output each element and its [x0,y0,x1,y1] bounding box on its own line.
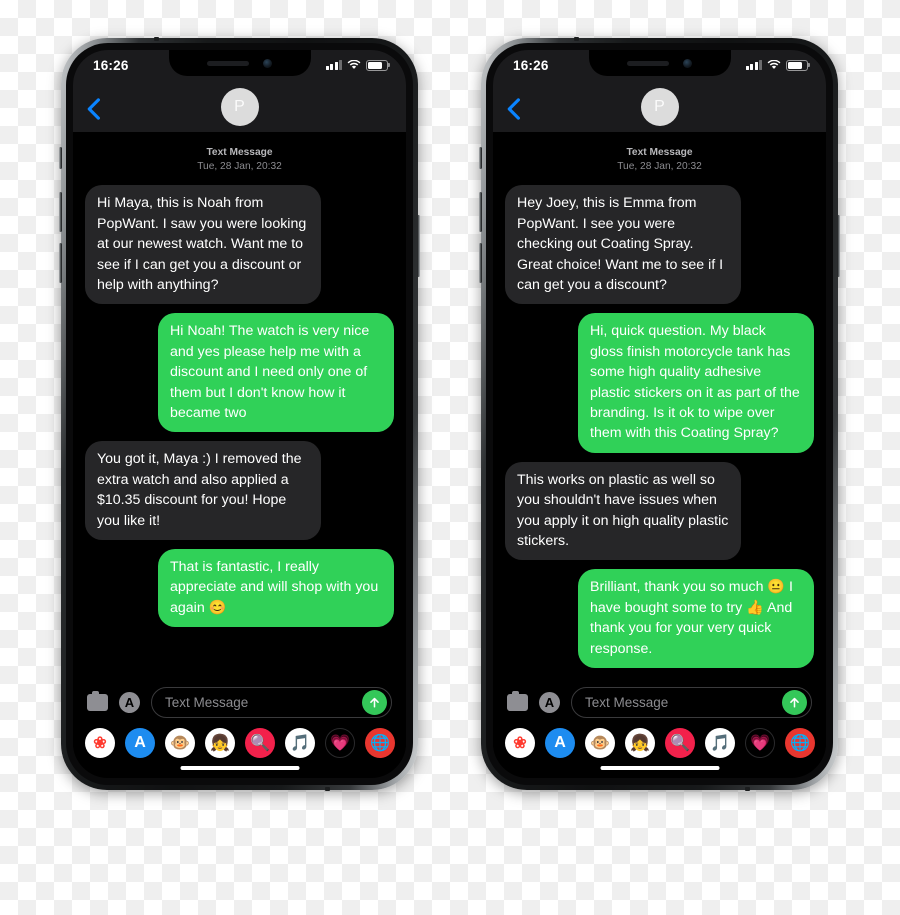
message-input-bar: A Text Message [493,678,826,726]
app-store-app-icon[interactable]: A [125,728,155,758]
wifi-icon [347,60,361,69]
message-bubble-outgoing[interactable]: Hi, quick question. My black gloss finis… [578,313,814,453]
home-indicator[interactable] [180,766,299,770]
status-bar-clock: 16:26 [93,57,129,73]
message-input-placeholder: Text Message [165,694,249,710]
antenna-line-2 [745,787,751,791]
antenna-line-1 [573,37,579,41]
antenna-line-2 [325,787,331,791]
camera-icon[interactable] [507,690,528,711]
battery-fill [788,61,803,69]
power-button[interactable] [417,214,420,277]
timestamp-label: Text Message [626,147,693,158]
message-row: You got it, Maya :) I removed the extra … [85,441,394,541]
message-input-placeholder: Text Message [585,694,669,710]
antenna-line-1 [153,37,159,41]
cellular-bars-icon [325,60,342,70]
more-apps-icon[interactable]: 🌐 [365,728,395,758]
message-list[interactable]: Text Message Tue, 28 Jan, 20:32 Hi Maya, t… [73,132,406,678]
timestamp-label: Text Message [206,147,273,158]
message-row: Brilliant, thank you so much 😐 I have bo… [505,569,814,669]
avatar[interactable]: P [640,88,679,126]
memoji-app-icon[interactable]: 👧 [205,728,235,758]
phone-screen: 16:26 P Text Message Tue, 28 Jan, 20:32 Hi M… [73,50,406,778]
camera-icon[interactable] [87,690,108,711]
app-drawer[interactable]: ❀ A 🐵 👧 🔍 🎵 💗 🌐 [493,726,826,760]
phone-bezel: 16:26 P Text Message Tue, 28 Jan, 20:32 Hey … [486,43,833,785]
battery-icon [786,59,808,71]
digital-touch-app-icon[interactable]: 💗 [745,728,775,758]
conversation-timestamp: Text Message Tue, 28 Jan, 20:32 [505,146,814,173]
images-search-app-icon[interactable]: 🔍 [665,728,695,758]
battery-icon [366,59,388,71]
message-bubble-outgoing[interactable]: Hi Noah! The watch is very nice and yes … [158,313,394,433]
photos-app-icon[interactable]: ❀ [505,728,535,758]
memoji-app-icon[interactable]: 👧 [625,728,655,758]
message-bubble-outgoing[interactable]: That is fantastic, I really appreciate a… [158,549,394,628]
music-app-icon[interactable]: 🎵 [285,728,315,758]
screenshot-canvas: 16:26 P Text Message Tue, 28 Jan, 20:32 Hi M… [0,0,900,915]
message-list[interactable]: Text Message Tue, 28 Jan, 20:32 Hey Joey, … [493,132,826,678]
send-arrow-up-icon [790,697,799,707]
phone-right: 16:26 P Text Message Tue, 28 Jan, 20:32 Hey … [479,37,840,791]
volume-down-button[interactable] [479,242,482,283]
battery-fill [368,61,383,69]
phone-screen: 16:26 P Text Message Tue, 28 Jan, 20:32 Hey … [493,50,826,778]
status-bar: 16:26 [493,50,826,80]
wifi-icon [767,60,781,69]
timestamp-datetime: Tue, 28 Jan, 20:32 [197,160,282,172]
mute-switch[interactable] [479,147,482,170]
photos-app-icon[interactable]: ❀ [85,728,115,758]
message-row: That is fantastic, I really appreciate a… [85,549,394,628]
animoji-app-icon[interactable]: 🐵 [585,728,615,758]
conversation-avatar-group[interactable]: P [640,88,679,126]
send-button[interactable] [362,689,387,715]
status-bar-clock: 16:26 [513,57,549,73]
back-chevron-icon[interactable] [87,98,100,120]
mute-switch[interactable] [59,147,62,170]
message-bubble-incoming[interactable]: You got it, Maya :) I removed the extra … [85,441,321,541]
home-indicator[interactable] [600,766,719,770]
animoji-app-icon[interactable]: 🐵 [165,728,195,758]
timestamp-datetime: Tue, 28 Jan, 20:32 [617,160,702,172]
volume-down-button[interactable] [59,242,62,283]
send-arrow-up-icon [370,697,379,707]
status-bar-indicators [325,59,388,71]
app-store-icon[interactable]: A [539,691,560,713]
message-bubble-incoming[interactable]: This works on plastic as well so you sho… [505,461,741,561]
message-bubble-incoming[interactable]: Hey Joey, this is Emma from PopWant. I s… [505,185,741,305]
message-row: This works on plastic as well so you sho… [505,461,814,561]
volume-up-button[interactable] [59,192,62,233]
app-store-icon[interactable]: A [119,691,140,713]
phone-bezel: 16:26 P Text Message Tue, 28 Jan, 20:32 Hi M… [66,43,413,785]
more-apps-icon[interactable]: 🌐 [785,728,815,758]
power-button[interactable] [837,214,840,277]
status-bar-indicators [745,59,808,71]
music-app-icon[interactable]: 🎵 [705,728,735,758]
cellular-bars-icon [745,60,762,70]
conversation-avatar-group[interactable]: P [220,88,259,126]
send-button[interactable] [782,689,807,715]
message-row: Hi Maya, this is Noah from PopWant. I sa… [85,185,394,305]
images-search-app-icon[interactable]: 🔍 [245,728,275,758]
message-input-bar: A Text Message [73,678,406,726]
app-drawer[interactable]: ❀ A 🐵 👧 🔍 🎵 💗 🌐 [73,726,406,760]
conversation-timestamp: Text Message Tue, 28 Jan, 20:32 [85,146,394,173]
phone-left: 16:26 P Text Message Tue, 28 Jan, 20:32 Hi M… [59,37,420,791]
back-chevron-icon[interactable] [507,98,520,120]
message-row: Hi Noah! The watch is very nice and yes … [85,313,394,433]
message-bubble-outgoing[interactable]: Brilliant, thank you so much 😐 I have bo… [578,569,814,669]
avatar[interactable]: P [220,88,259,126]
digital-touch-app-icon[interactable]: 💗 [325,728,355,758]
message-text-field[interactable]: Text Message [571,686,812,718]
message-row: Hey Joey, this is Emma from PopWant. I s… [505,185,814,305]
status-bar: 16:26 [73,50,406,80]
message-row: Hi, quick question. My black gloss finis… [505,313,814,453]
message-bubble-incoming[interactable]: Hi Maya, this is Noah from PopWant. I sa… [85,185,321,305]
volume-up-button[interactable] [479,192,482,233]
app-store-app-icon[interactable]: A [545,728,575,758]
message-text-field[interactable]: Text Message [151,686,392,718]
